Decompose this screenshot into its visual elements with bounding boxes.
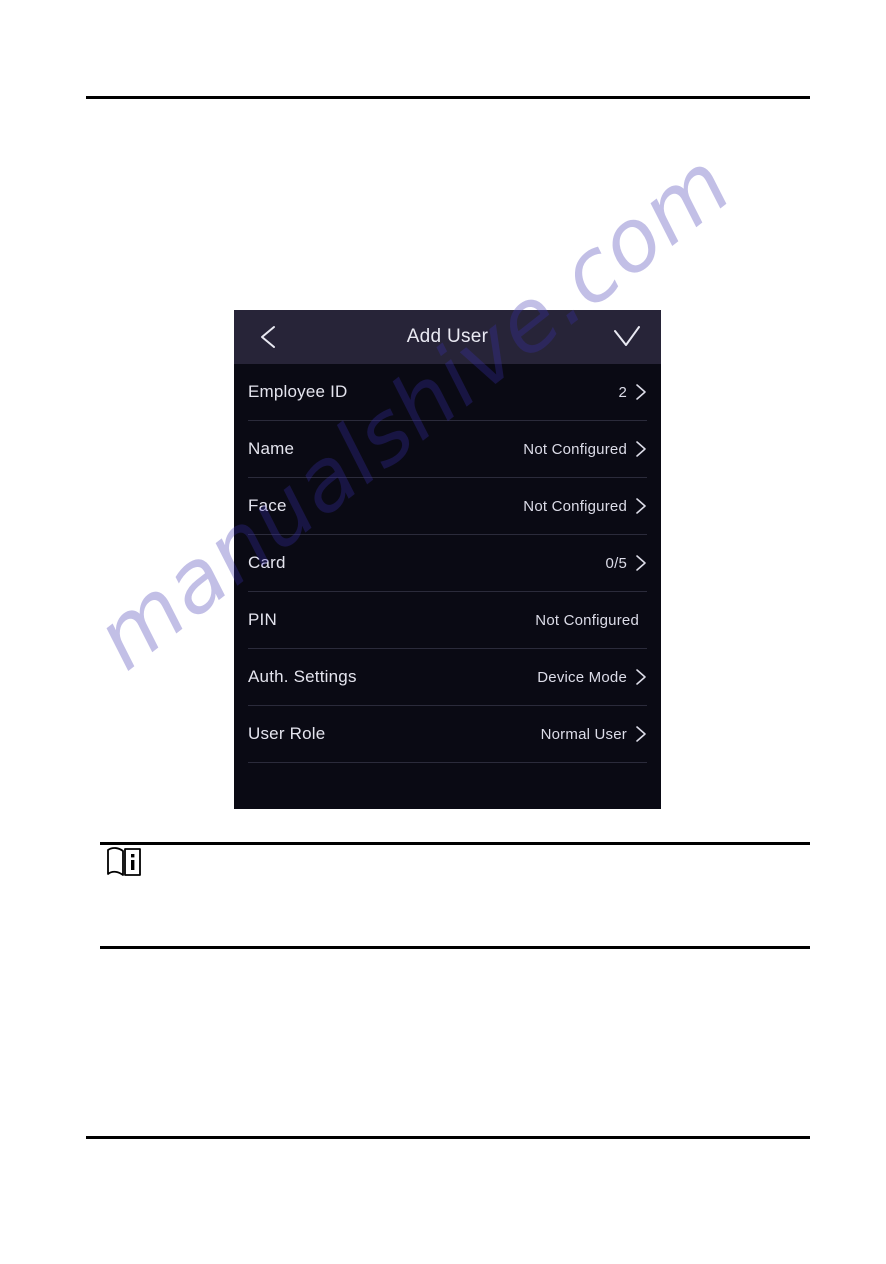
- row-right: Not Configured: [523, 497, 647, 515]
- note-book-info-icon: [106, 846, 146, 878]
- confirm-button[interactable]: [609, 319, 645, 355]
- page-rule-bottom: [86, 1136, 810, 1139]
- row-value: Device Mode: [537, 668, 627, 686]
- page-title: Add User: [406, 326, 489, 347]
- chevron-right-icon: [636, 726, 646, 742]
- list-item-auth-settings[interactable]: Auth. Settings Device Mode: [248, 649, 647, 706]
- list-item-face[interactable]: Face Not Configured: [248, 478, 647, 535]
- row-right: 2: [618, 383, 647, 401]
- back-button[interactable]: [250, 319, 286, 355]
- row-right: 0/5: [606, 554, 647, 572]
- row-value: Not Configured: [523, 497, 627, 515]
- settings-list: Employee ID 2 Name Not Configured Face N…: [234, 364, 661, 763]
- note-rule-bottom: [100, 946, 810, 949]
- row-right: Not Configured: [535, 611, 647, 629]
- chevron-left-icon: [261, 326, 275, 348]
- row-right: Device Mode: [537, 668, 647, 686]
- list-item-card[interactable]: Card 0/5: [248, 535, 647, 592]
- row-right: Normal User: [541, 725, 647, 743]
- row-right: Not Configured: [523, 440, 647, 458]
- note-rule-top: [100, 842, 810, 845]
- list-item-employee-id[interactable]: Employee ID 2: [248, 364, 647, 421]
- row-label: Face: [248, 496, 287, 515]
- screen-header: Add User: [234, 310, 661, 364]
- chevron-right-icon: [636, 384, 646, 400]
- row-label: Name: [248, 439, 295, 458]
- row-label: Auth. Settings: [248, 667, 357, 686]
- chevron-right-icon: [636, 498, 646, 514]
- row-value: Normal User: [540, 725, 627, 743]
- row-label: PIN: [248, 610, 277, 629]
- list-item-name[interactable]: Name Not Configured: [248, 421, 647, 478]
- chevron-right-icon: [636, 669, 646, 685]
- row-label: User Role: [248, 724, 326, 743]
- list-item-pin[interactable]: PIN Not Configured: [248, 592, 647, 649]
- row-value: 0/5: [605, 554, 627, 572]
- row-label: Employee ID: [248, 382, 348, 401]
- row-value: 2: [618, 383, 627, 401]
- chevron-right-icon: [636, 441, 646, 457]
- chevron-right-icon: [636, 555, 646, 571]
- page-rule-top: [86, 96, 810, 99]
- device-screenshot: Add User Employee ID 2 Name Not Configur…: [234, 310, 661, 809]
- row-value: Not Configured: [535, 611, 639, 629]
- check-icon: [614, 326, 640, 346]
- list-item-user-role[interactable]: User Role Normal User: [248, 706, 647, 763]
- row-label: Card: [248, 553, 286, 572]
- row-value: Not Configured: [523, 440, 627, 458]
